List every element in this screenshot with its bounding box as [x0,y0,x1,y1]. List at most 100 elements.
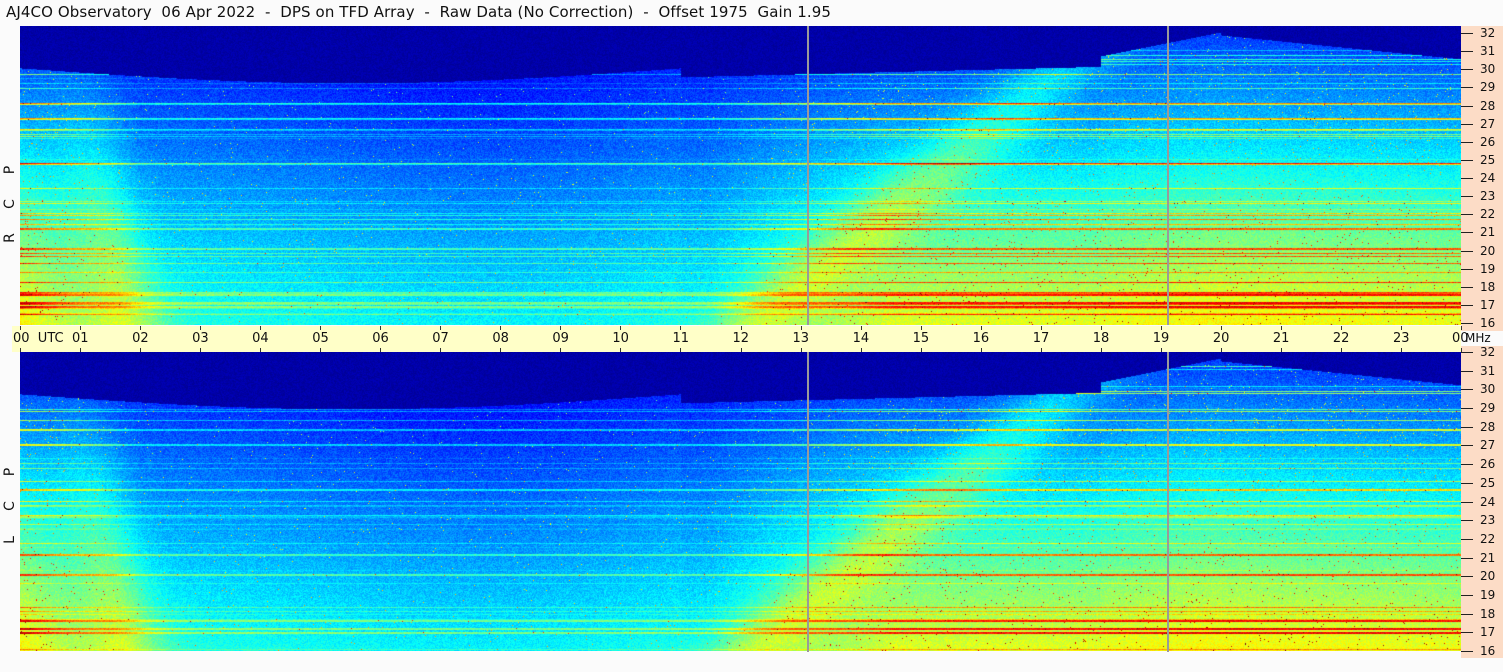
lcp-letter-c: C [2,501,18,511]
chart-title: AJ4CO Observatory 06 Apr 2022 - DPS on T… [6,3,832,21]
time-tick-bottom [80,348,82,352]
time-tick-bottom [380,348,382,352]
time-tick [560,326,562,330]
time-tick-label: 20 [1212,331,1230,346]
time-tick-bottom [620,348,622,352]
freq-tick-label: 31 [1480,44,1496,59]
time-tick [920,326,922,330]
freq-tick-label: 29 [1480,401,1496,416]
time-tick-bottom [1100,348,1102,352]
freq-tick-minor [1461,464,1473,466]
time-tick-bottom [200,348,202,352]
mhz-unit-label: MHz [1465,331,1491,345]
marker-line-2 [1167,26,1169,325]
freq-tick-label: 23 [1480,513,1496,528]
freq-tick-minor [1461,105,1473,107]
time-tick-label: 02 [132,331,149,346]
freq-tick-minor [1461,178,1473,179]
freq-tick-minor [1461,482,1473,484]
freq-tick-minor [1461,268,1473,270]
time-tick [380,326,382,330]
time-tick-bottom [680,348,682,352]
time-tick [800,326,802,330]
time-tick [1461,326,1462,330]
freq-tick-minor [1461,352,1473,353]
freq-tick-label: 16 [1480,644,1496,658]
freq-tick-label: 25 [1480,475,1496,490]
rcp-frequency-axis: 16 17 18 19 20 21 22 23 24 25 26 27 28 29 30 31 32 [1461,26,1503,331]
time-tick [620,326,622,330]
time-tick-bottom [920,348,922,352]
freq-tick-label: 28 [1480,419,1496,434]
freq-tick-minor [1461,250,1473,252]
freq-tick-minor [1461,445,1473,447]
freq-tick-minor [1461,389,1473,391]
freq-tick-minor [1461,214,1473,216]
time-tick [680,326,682,330]
time-tick [1040,326,1042,330]
freq-tick-minor [1461,632,1473,634]
rcp-letter-c: C [2,199,18,209]
rcp-side-label: P C R [0,26,20,325]
time-tick-bottom [1400,348,1402,352]
time-axis: 00 UTC 01 02 03 04 05 06 07 08 09 10 11 12 13 14 15 16 17… [12,326,1469,352]
freq-tick-label: 27 [1480,116,1496,131]
bottom-strip [0,652,1461,672]
time-tick-bottom [320,348,322,352]
freq-tick-label: 19 [1480,261,1496,276]
time-tick [1400,326,1402,330]
time-tick [1100,326,1102,330]
time-tick-label: 21 [1272,331,1290,346]
time-tick-label: 13 [792,331,810,346]
time-tick-label: 07 [432,331,449,346]
time-tick [740,326,742,330]
freq-tick-minor [1461,141,1473,143]
freq-tick-label: 17 [1480,625,1496,640]
lcp-frequency-axis: 16 17 18 19 20 21 22 23 24 25 26 27 28 29 30 31 32 [1461,345,1503,658]
freq-tick-label: 27 [1480,438,1496,453]
time-tick [1340,326,1342,330]
lcp-spectrogram [20,352,1461,651]
time-tick [500,326,502,330]
time-tick-bottom [500,348,502,352]
marker-line-1 [807,26,809,325]
rcp-letter-p: P [2,165,18,175]
freq-tick-label: 24 [1480,494,1496,509]
time-tick [80,326,82,330]
freq-tick-label: 30 [1480,62,1496,77]
freq-tick-label: 18 [1480,279,1496,294]
lcp-heatmap-canvas [20,352,1461,651]
time-tick-bottom [740,348,742,352]
time-tick-label: 23 [1392,331,1410,346]
freq-tick-minor [1461,370,1473,372]
time-tick-label: 10 [612,331,629,346]
freq-tick-minor [1461,33,1473,34]
freq-tick-label: 23 [1480,189,1496,204]
lcp-side-label: P C L [0,352,20,651]
freq-tick-minor [1461,408,1473,410]
time-tick [1160,326,1162,330]
time-tick-bottom [860,348,862,352]
marker-line-4 [1167,352,1169,652]
freq-tick-minor [1461,426,1473,428]
freq-tick-minor [1461,232,1473,234]
time-tick-label: 19 [1152,331,1170,346]
freq-tick-minor [1461,651,1473,652]
freq-tick-minor [1461,304,1473,306]
time-tick-bottom [260,348,262,352]
time-tick-bottom [1280,348,1282,352]
lcp-letter-p: P [2,467,18,477]
time-tick-label: 06 [372,331,389,346]
freq-tick-label: 20 [1480,569,1496,584]
time-tick-label: 15 [912,331,930,346]
freq-tick-minor [1461,159,1473,161]
freq-tick-label: 22 [1480,207,1496,222]
time-tick-bottom [800,348,802,352]
freq-tick-label: 24 [1480,171,1496,185]
freq-tick-minor [1461,557,1473,559]
time-tick-bottom [20,348,21,352]
freq-tick-minor [1461,520,1473,522]
time-tick-bottom [1160,348,1162,352]
time-tick-bottom [1340,348,1342,352]
freq-tick-label: 25 [1480,152,1496,167]
